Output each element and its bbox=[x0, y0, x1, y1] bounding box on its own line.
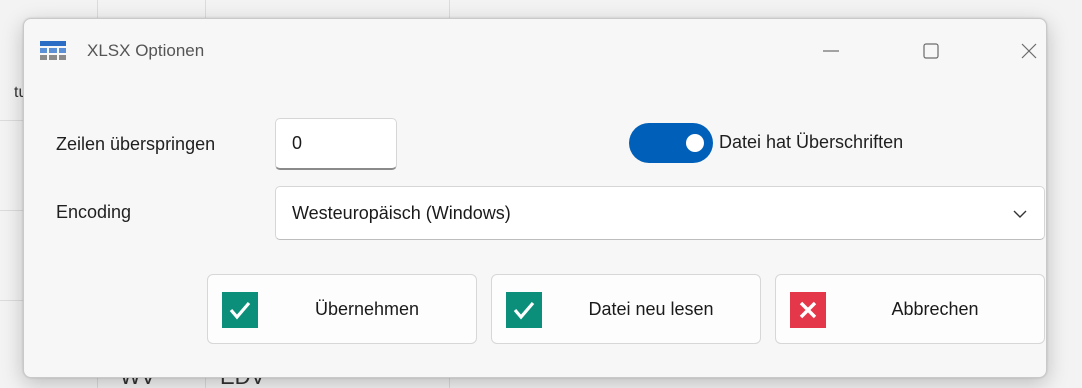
skip-rows-label: Zeilen überspringen bbox=[56, 134, 216, 154]
apply-button-label: Übernehmen bbox=[314, 299, 420, 319]
chevron-down-icon bbox=[1013, 210, 1027, 218]
minimize-icon bbox=[823, 50, 839, 52]
skip-rows-input[interactable] bbox=[275, 118, 397, 170]
reload-file-button-label: Datei neu lesen bbox=[588, 299, 714, 319]
has-headers-toggle[interactable] bbox=[629, 123, 713, 163]
close-button[interactable] bbox=[1006, 31, 1052, 71]
close-icon bbox=[1021, 43, 1037, 59]
checkmark-icon bbox=[506, 292, 542, 328]
reload-file-button[interactable]: Datei neu lesen bbox=[491, 274, 761, 344]
table-icon bbox=[40, 41, 66, 60]
xlsx-options-dialog: XLSX Optionen Zeilen überspringen Datei … bbox=[23, 18, 1047, 378]
encoding-label: Encoding bbox=[56, 202, 132, 222]
encoding-select[interactable]: Westeuropäisch (Windows) bbox=[275, 186, 1045, 240]
cancel-button[interactable]: Abbrechen bbox=[775, 274, 1045, 344]
cancel-button-label: Abbrechen bbox=[891, 299, 979, 319]
maximize-button[interactable] bbox=[908, 31, 954, 71]
apply-button[interactable]: Übernehmen bbox=[207, 274, 477, 344]
title-bar[interactable]: XLSX Optionen bbox=[24, 19, 1046, 85]
minimize-button[interactable] bbox=[808, 31, 854, 71]
toggle-knob bbox=[686, 134, 704, 152]
checkmark-icon bbox=[222, 292, 258, 328]
encoding-selected-value: Westeuropäisch (Windows) bbox=[292, 203, 511, 223]
cross-icon bbox=[790, 292, 826, 328]
dialog-title: XLSX Optionen bbox=[87, 41, 205, 60]
has-headers-label: Datei hat Überschriften bbox=[719, 132, 904, 152]
maximize-icon bbox=[923, 43, 939, 59]
